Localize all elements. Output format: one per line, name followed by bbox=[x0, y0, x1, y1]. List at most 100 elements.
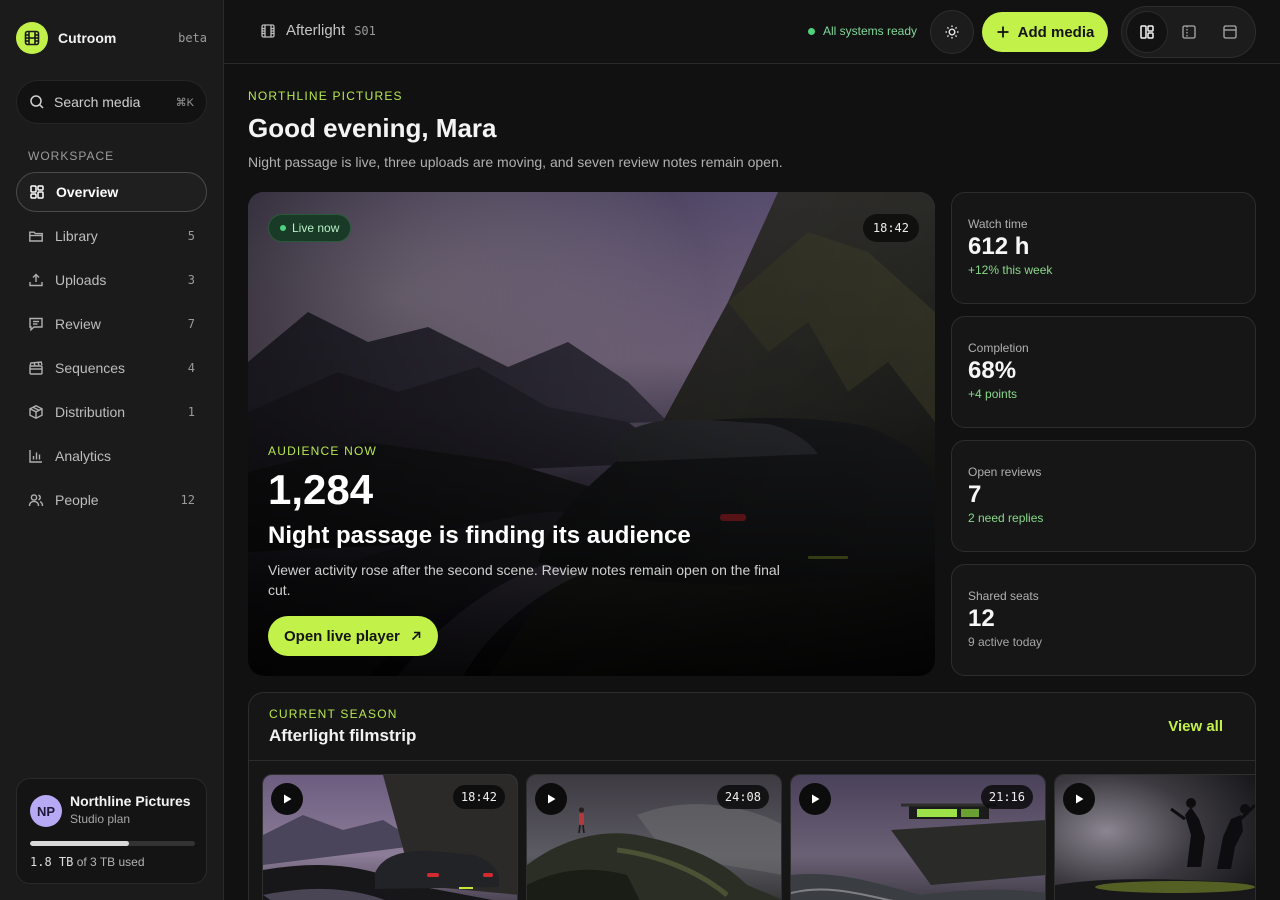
arrow-up-right-icon bbox=[400, 630, 422, 642]
open-live-player-label: Open live player bbox=[284, 627, 400, 645]
sidebar-item-library[interactable]: Library 5 bbox=[16, 216, 207, 256]
sidebar-item-label: Sequences bbox=[55, 360, 126, 376]
view-all-link[interactable]: View all bbox=[1168, 718, 1223, 735]
sidebar-item-sequences[interactable]: Sequences 4 bbox=[16, 348, 207, 388]
hero-title: Night passage is finding its audience bbox=[268, 522, 691, 549]
film-duration: 24:08 bbox=[716, 785, 769, 809]
people-icon bbox=[28, 492, 44, 508]
upload-icon bbox=[28, 272, 44, 288]
org-eyebrow: NORTHLINE PICTURES bbox=[248, 89, 403, 103]
sidebar-item-distribution[interactable]: Distribution 1 bbox=[16, 392, 207, 432]
hero-duration: 18:42 bbox=[862, 214, 919, 242]
sidebar-item-label: Review bbox=[55, 316, 101, 332]
stat-value: 7 bbox=[968, 481, 982, 508]
hero-description: Viewer activity rose after the second sc… bbox=[268, 562, 780, 598]
season-eyebrow: CURRENT SEASON bbox=[269, 707, 398, 721]
sidebar-item-count: 5 bbox=[187, 229, 195, 243]
film-logo-icon bbox=[16, 22, 48, 54]
play-button[interactable] bbox=[271, 783, 303, 815]
org-name: Northline Pictures bbox=[70, 793, 191, 809]
stat-card-completion[interactable]: Completion 68% +4 points bbox=[951, 316, 1256, 428]
stats-column: Watch time 612 h +12% this week Completi… bbox=[951, 192, 1256, 688]
film-thumbnail[interactable]: 24:08 bbox=[526, 774, 782, 900]
layout-switcher bbox=[1121, 6, 1256, 58]
status-text: All systems ready bbox=[823, 24, 918, 38]
season-filmstrip: CURRENT SEASON Afterlight filmstrip View… bbox=[248, 692, 1256, 900]
play-icon bbox=[1076, 794, 1084, 804]
film-duration: 21:16 bbox=[980, 785, 1033, 809]
layout-sidebar-icon bbox=[1181, 24, 1197, 40]
storage-progress-bar bbox=[30, 841, 195, 846]
workspace-section-label: WORKSPACE bbox=[28, 149, 115, 163]
theme-toggle-button[interactable] bbox=[930, 10, 974, 54]
bar-chart-icon bbox=[28, 448, 44, 464]
play-button[interactable] bbox=[1063, 783, 1095, 815]
system-status: All systems ready bbox=[808, 24, 917, 38]
play-button[interactable] bbox=[799, 783, 831, 815]
breadcrumb-title: Afterlight bbox=[286, 22, 346, 39]
sidebar-item-label: Analytics bbox=[55, 448, 112, 464]
sidebar-item-count: 3 bbox=[187, 273, 195, 287]
stat-label: Open reviews bbox=[968, 465, 1042, 479]
sidebar-item-people[interactable]: People 12 bbox=[16, 480, 207, 520]
play-button[interactable] bbox=[535, 783, 567, 815]
live-dot-icon bbox=[280, 225, 286, 231]
breadcrumb-episode: S01 bbox=[354, 23, 376, 38]
layout-split-icon bbox=[1139, 24, 1155, 40]
clapperboard-icon bbox=[28, 360, 44, 376]
live-now-label: Live now bbox=[292, 221, 340, 235]
sidebar: Cutroom beta Search media ⌘K WORKSPACE O… bbox=[0, 0, 224, 900]
org-card[interactable]: NP Northline Pictures Studio plan 1.8 TB… bbox=[16, 778, 207, 884]
sidebar-nav: Overview Library 5 Uploads 3 Review 7 Se… bbox=[16, 172, 207, 524]
package-icon bbox=[28, 404, 44, 420]
search-shortcut: ⌘K bbox=[175, 96, 194, 109]
sidebar-item-overview[interactable]: Overview bbox=[16, 172, 207, 212]
app-name: Cutroom bbox=[58, 30, 117, 46]
sidebar-item-label: Library bbox=[55, 228, 98, 244]
sidebar-item-label: Uploads bbox=[55, 272, 107, 288]
breadcrumb[interactable]: Afterlight S01 bbox=[260, 22, 376, 39]
film-duration: 18:42 bbox=[452, 785, 505, 809]
stat-value: 68% bbox=[968, 357, 1017, 384]
search-input[interactable]: Search media ⌘K bbox=[16, 80, 207, 124]
layout-panel-button[interactable] bbox=[1209, 11, 1251, 53]
stat-note: 2 need replies bbox=[968, 511, 1044, 525]
add-media-button[interactable]: Add media bbox=[982, 12, 1108, 52]
search-placeholder: Search media bbox=[54, 94, 141, 110]
stat-card-watch-time[interactable]: Watch time 612 h +12% this week bbox=[951, 192, 1256, 304]
topbar: Afterlight S01 All systems ready Add med… bbox=[224, 0, 1280, 64]
avatar: NP bbox=[30, 795, 62, 827]
play-icon bbox=[812, 794, 820, 804]
storage-used-amount: 1.8 TB bbox=[30, 855, 74, 869]
layout-split-button[interactable] bbox=[1126, 11, 1168, 53]
sidebar-item-review[interactable]: Review 7 bbox=[16, 304, 207, 344]
stat-card-shared-seats[interactable]: Shared seats 12 9 active today bbox=[951, 564, 1256, 676]
stat-card-open-reviews[interactable]: Open reviews 7 2 need replies bbox=[951, 440, 1256, 552]
sidebar-item-analytics[interactable]: Analytics bbox=[16, 436, 207, 476]
layout-panel-icon bbox=[1222, 24, 1238, 40]
review-icon bbox=[28, 316, 44, 332]
page-intro: Night passage is live, three uploads are… bbox=[248, 154, 783, 170]
add-media-label: Add media bbox=[1017, 23, 1095, 41]
status-dot-icon bbox=[808, 27, 815, 35]
film-thumbnail[interactable]: 21:16 bbox=[790, 774, 1046, 900]
page-title: Good evening, Mara bbox=[248, 113, 497, 143]
open-live-player-button[interactable]: Open live player bbox=[268, 616, 438, 656]
audience-eyebrow: AUDIENCE NOW bbox=[268, 444, 378, 458]
stat-label: Watch time bbox=[968, 217, 1028, 231]
sidebar-item-uploads[interactable]: Uploads 3 bbox=[16, 260, 207, 300]
storage-usage: 1.8 TB of 3 TB used bbox=[30, 855, 145, 869]
beta-badge: beta bbox=[178, 31, 207, 45]
brand[interactable]: Cutroom beta bbox=[16, 22, 207, 54]
layout-sidebar-button[interactable] bbox=[1168, 11, 1210, 53]
sidebar-item-count: 12 bbox=[180, 493, 195, 507]
live-now-badge: Live now bbox=[268, 214, 352, 242]
sidebar-item-label: Overview bbox=[56, 184, 119, 200]
stat-label: Shared seats bbox=[968, 589, 1039, 603]
hero-mountain-road-image bbox=[248, 192, 935, 676]
stat-note: +12% this week bbox=[968, 263, 1053, 277]
film-thumbnail[interactable] bbox=[1054, 774, 1255, 900]
play-icon bbox=[284, 794, 292, 804]
film-thumbnail[interactable]: 18:42 bbox=[262, 774, 518, 900]
sidebar-item-count: 1 bbox=[187, 405, 195, 419]
